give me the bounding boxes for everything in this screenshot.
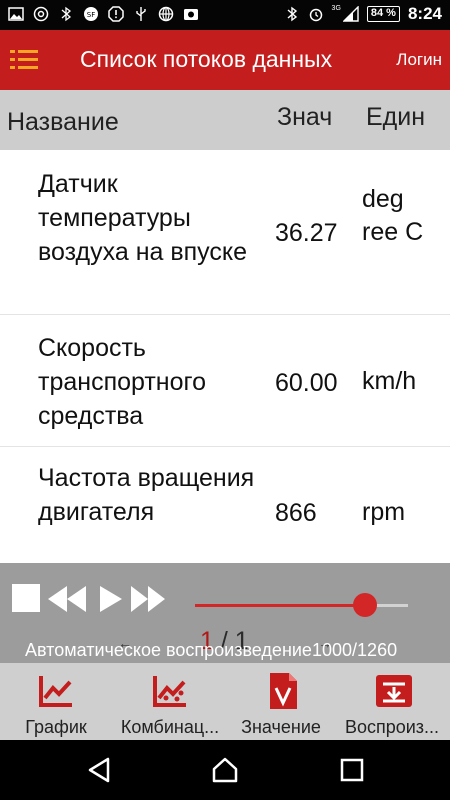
fast-forward-icon [131,586,165,612]
stop-button[interactable] [12,584,40,612]
row-value: 36.27 [275,219,338,247]
table-row[interactable]: Частота вращения двигателя 866 rpm [0,447,450,563]
bluetooth-icon [58,6,74,22]
back-icon[interactable] [86,756,114,784]
at-icon [33,6,49,22]
column-header-unit: Един [366,103,426,131]
tab-value[interactable]: Значение [228,663,334,740]
playback-slider[interactable] [195,593,408,617]
bottom-tab-bar: График Комбинац... Значение Воспроиз... [0,663,450,740]
notification-icons: SF [8,6,199,22]
row-unit: rpm [362,498,406,526]
battery-indicator: 84 % [366,6,400,22]
clock: 8:24 [407,4,442,23]
rewind-icon [48,586,86,612]
row-name: Датчик температуры воздуха на впуске [38,170,248,266]
playback-icon [376,675,412,707]
app-bar: Список потоков данных Логин [0,30,450,90]
row-value: 60.00 [275,369,338,397]
system-nav-bar [0,740,450,800]
row-value: 866 [275,499,317,527]
alert-icon [108,6,124,22]
usb-icon [133,6,149,22]
combination-chart-icon [153,676,186,707]
globe-icon [158,6,174,22]
table-header: Название Знач Един [0,90,450,150]
home-icon[interactable] [211,756,239,784]
sf-icon: SF [83,6,99,22]
fast-forward-button[interactable] [130,584,166,614]
image-icon [8,6,24,22]
table-row[interactable]: Скорость транспортного средства 60.00 km… [0,315,450,447]
login-button[interactable]: Логин [396,50,442,70]
status-bar: SF 3G 84 % 8:24 [0,0,450,30]
play-icon [100,586,122,612]
page-title: Список потоков данных [80,46,333,72]
bluetooth-icon [284,6,300,22]
tab-label: График [25,717,87,737]
row-unit: km/h [362,367,417,395]
data-stream-list[interactable]: Датчик температуры воздуха на впуске 36.… [0,150,450,563]
tab-chart[interactable]: График [0,663,112,740]
playback-status: Автоматическое воспроизведение [25,640,312,660]
value-document-icon [270,673,297,709]
tab-label: Значение [241,717,321,737]
play-button[interactable] [98,584,124,614]
tab-label: Комбинац... [120,717,220,737]
slider-thumb[interactable] [353,593,378,617]
network-type: 3G [331,4,341,12]
recents-icon[interactable] [338,756,366,784]
rewind-button[interactable] [46,584,88,614]
record-counter: 1000/1260 [312,640,398,660]
row-name: Скорость транспортного средства [38,334,206,430]
system-icons: 3G 84 % 8:24 [284,4,442,24]
photo-icon [183,6,199,22]
table-row[interactable]: Датчик температуры воздуха на впуске 36.… [0,150,450,315]
alarm-icon [308,6,324,22]
row-name: Частота вращения двигателя [38,464,255,526]
chart-icon [39,676,72,707]
column-header-name: Название [7,108,119,136]
slider-fill [195,604,366,607]
svg-text:SF: SF [87,11,95,19]
playback-panel: ← 1 / 1 → Автоматическое воспроизведение… [0,563,450,663]
signal-icon [342,6,359,22]
row-unit: deg ree C [362,185,424,246]
tab-playback[interactable]: Воспроиз... [334,663,450,740]
column-header-value: Знач [277,103,333,131]
tab-label: Воспроиз... [344,717,440,737]
tab-combination[interactable]: Комбинац... [112,663,228,740]
menu-icon[interactable] [10,50,38,70]
